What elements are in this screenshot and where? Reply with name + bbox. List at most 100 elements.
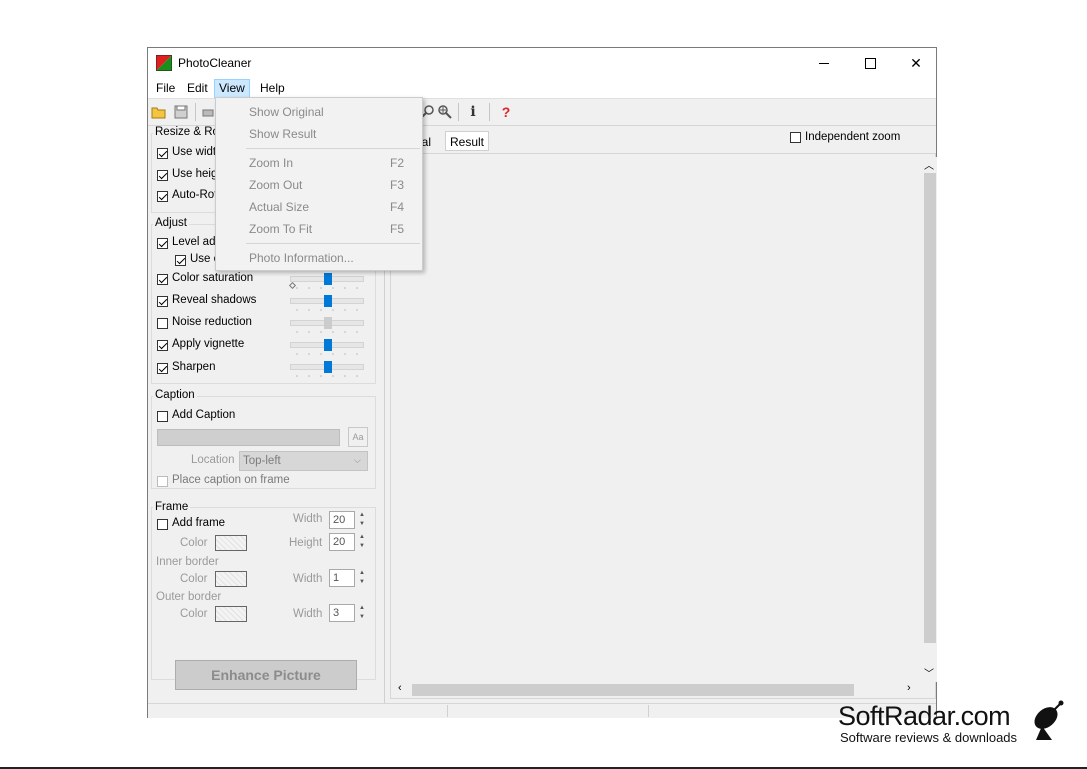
menu-edit[interactable]: Edit xyxy=(183,80,212,97)
menu-item-actual-size[interactable]: Actual Size xyxy=(249,200,309,214)
toolbar-separator xyxy=(489,103,490,121)
frame-color-swatch[interactable] xyxy=(215,535,247,551)
add-frame-label: Add frame xyxy=(172,517,226,529)
add-frame-checkbox[interactable] xyxy=(157,519,168,530)
reveal-shadows-slider[interactable] xyxy=(290,295,365,311)
zoom-in-shortcut: F2 xyxy=(390,156,405,170)
place-caption-on-frame-checkbox[interactable] xyxy=(157,476,168,487)
scroll-left-icon[interactable]: ‹ xyxy=(398,682,402,694)
apply-vignette-slider[interactable] xyxy=(290,339,365,355)
maximize-icon xyxy=(864,57,876,69)
place-caption-on-frame-label: Place caption on frame xyxy=(172,474,290,486)
noise-reduction-slider[interactable] xyxy=(290,317,365,333)
apply-vignette-checkbox[interactable] xyxy=(157,340,168,351)
menu-item-zoom-to-fit[interactable]: Zoom To Fit xyxy=(249,222,312,236)
app-logo-icon xyxy=(156,55,172,71)
status-bar xyxy=(148,703,936,718)
use-width-checkbox[interactable] xyxy=(157,148,168,159)
color-saturation-slider[interactable] xyxy=(290,273,365,289)
reveal-shadows-checkbox[interactable] xyxy=(157,296,168,307)
location-label: Location xyxy=(191,454,235,466)
zoom-fit-icon[interactable] xyxy=(437,104,453,120)
inner-border-color-swatch[interactable] xyxy=(215,571,247,587)
image-viewport[interactable]: ︿ ﹀ ‹ › xyxy=(390,153,937,699)
noise-reduction-checkbox[interactable] xyxy=(157,318,168,329)
slider-ticks xyxy=(291,287,365,289)
caption-font-button[interactable]: Aa xyxy=(348,427,368,447)
info-icon[interactable]: i xyxy=(465,104,481,120)
independent-zoom-checkbox[interactable] xyxy=(790,132,801,143)
close-button[interactable]: ✕ xyxy=(893,48,939,78)
color-saturation-label: Color saturation xyxy=(172,272,254,284)
menu-separator xyxy=(246,148,420,149)
sharpen-checkbox[interactable] xyxy=(157,363,168,374)
satellite-dish-icon xyxy=(1034,700,1064,740)
menu-item-show-result[interactable]: Show Result xyxy=(249,127,316,141)
print-icon[interactable] xyxy=(200,104,216,120)
slider-thumb[interactable] xyxy=(324,295,332,307)
slider-thumb[interactable] xyxy=(324,317,332,329)
frame-height-spin-buttons[interactable]: ▲ ▼ xyxy=(356,533,368,551)
menu-file[interactable]: File xyxy=(152,80,179,97)
outer-width-spin-buttons[interactable]: ▲ ▼ xyxy=(356,604,368,622)
slider-ticks xyxy=(291,353,365,355)
horizontal-scroll-thumb[interactable] xyxy=(412,684,854,696)
frame-group-title: Frame xyxy=(153,501,191,513)
maximize-button[interactable] xyxy=(847,48,893,78)
help-icon[interactable]: ? xyxy=(498,104,514,120)
window-title: PhotoCleaner xyxy=(178,56,252,70)
outer-width-input[interactable]: 3 xyxy=(329,604,355,622)
location-select-value: Top-left xyxy=(243,455,281,467)
inner-width-spin-buttons[interactable]: ▲ ▼ xyxy=(356,569,368,587)
use-sub-checkbox[interactable] xyxy=(175,255,186,266)
frame-height-label: Height xyxy=(289,537,323,549)
zoom-to-fit-shortcut: F5 xyxy=(390,222,405,236)
color-saturation-checkbox[interactable] xyxy=(157,274,168,285)
slider-thumb[interactable] xyxy=(324,273,332,285)
inner-color-label: Color xyxy=(180,573,208,585)
scroll-up-icon[interactable]: ︿ xyxy=(924,157,934,172)
scroll-down-icon[interactable]: ﹀ xyxy=(924,665,934,680)
sharpen-slider[interactable] xyxy=(290,361,365,377)
horizontal-scrollbar[interactable]: ‹ › xyxy=(394,682,920,697)
save-icon[interactable] xyxy=(173,104,189,120)
vertical-scroll-thumb[interactable] xyxy=(924,173,936,643)
frame-width-input[interactable]: 20 xyxy=(329,511,355,529)
outer-border-color-swatch[interactable] xyxy=(215,606,247,622)
status-divider xyxy=(648,705,649,717)
outer-border-label: Outer border xyxy=(156,591,222,603)
vertical-scrollbar[interactable]: ︿ ﹀ xyxy=(920,157,937,682)
frame-width-spin-buttons[interactable]: ▲ ▼ xyxy=(356,511,368,529)
toolbar-separator xyxy=(458,103,459,121)
inner-width-input[interactable]: 1 xyxy=(329,569,355,587)
tab-result[interactable]: Result xyxy=(445,131,490,151)
slider-thumb[interactable] xyxy=(324,361,332,373)
level-adjust-checkbox[interactable] xyxy=(157,238,168,249)
use-height-checkbox[interactable] xyxy=(157,170,168,181)
menu-help[interactable]: Help xyxy=(256,80,289,97)
location-select[interactable]: Top-left ⌵ xyxy=(239,451,368,471)
menu-item-show-original[interactable]: Show Original xyxy=(249,105,324,119)
minimize-button[interactable] xyxy=(801,48,847,78)
open-folder-icon[interactable] xyxy=(151,104,167,120)
menu-separator xyxy=(246,243,420,244)
frame-height-input[interactable]: 20 xyxy=(329,533,355,551)
title-bar: PhotoCleaner ✕ xyxy=(148,48,936,78)
preview-area: nal Result Independent zoom ︿ ﹀ ‹ › xyxy=(386,126,937,703)
enhance-picture-button[interactable]: Enhance Picture xyxy=(175,660,357,690)
menu-item-zoom-in[interactable]: Zoom In xyxy=(249,156,293,170)
slider-ticks xyxy=(291,375,365,377)
menu-view[interactable]: View xyxy=(214,79,250,98)
auto-rotate-checkbox[interactable] xyxy=(157,191,168,202)
scroll-right-icon[interactable]: › xyxy=(907,682,911,694)
menu-item-zoom-out[interactable]: Zoom Out xyxy=(249,178,302,192)
minimize-icon xyxy=(819,62,829,64)
add-caption-checkbox[interactable] xyxy=(157,411,168,422)
toolbar-separator xyxy=(195,103,196,121)
caption-text-input[interactable] xyxy=(157,429,340,446)
menu-item-photo-information[interactable]: Photo Information... xyxy=(249,251,354,265)
slider-thumb[interactable] xyxy=(324,339,332,351)
inner-width-label: Width xyxy=(293,573,323,585)
level-adjust-label: Level adj xyxy=(172,236,219,248)
independent-zoom-label: Independent zoom xyxy=(805,131,901,143)
